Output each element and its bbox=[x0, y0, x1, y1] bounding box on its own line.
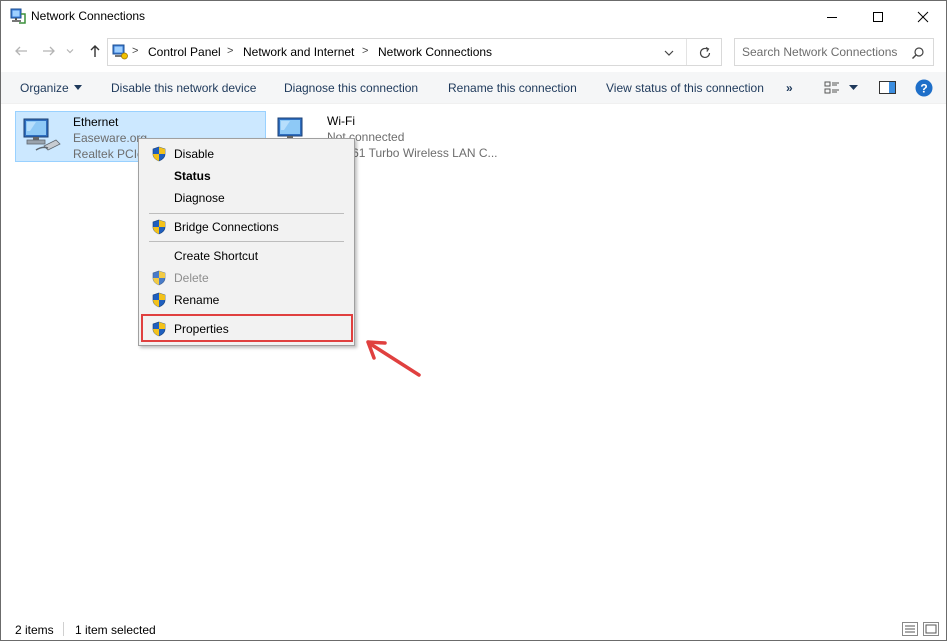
minimize-icon bbox=[827, 16, 837, 18]
menu-item-status[interactable]: Status bbox=[141, 165, 352, 187]
navigation-bar: > Control Panel > Network and Internet >… bbox=[1, 32, 946, 71]
disable-device-button[interactable]: Disable this network device bbox=[111, 81, 256, 95]
uac-shield-icon bbox=[152, 146, 166, 162]
forward-button[interactable] bbox=[41, 43, 57, 59]
organize-menu[interactable]: Organize bbox=[20, 81, 82, 95]
view-options-chevron-icon[interactable] bbox=[849, 85, 858, 91]
diagnose-connection-button[interactable]: Diagnose this connection bbox=[284, 81, 418, 95]
maximize-button[interactable] bbox=[855, 1, 901, 32]
breadcrumb-control-panel[interactable]: Control Panel bbox=[148, 45, 221, 59]
window-title: Network Connections bbox=[31, 9, 146, 23]
change-view-icon[interactable] bbox=[824, 80, 840, 96]
breadcrumb-separator[interactable]: > bbox=[362, 45, 368, 57]
search-input[interactable]: Search Network Connections bbox=[734, 38, 934, 66]
breadcrumb-network-connections[interactable]: Network Connections bbox=[378, 45, 492, 59]
menu-item-create-shortcut[interactable]: Create Shortcut bbox=[141, 245, 352, 267]
forward-arrow-icon bbox=[43, 46, 55, 56]
view-status-button[interactable]: View status of this connection bbox=[606, 81, 764, 95]
uac-shield-icon bbox=[152, 270, 166, 286]
selection-count: 1 item selected bbox=[75, 623, 156, 637]
preview-pane-icon[interactable] bbox=[879, 80, 896, 95]
status-divider bbox=[63, 622, 64, 636]
menu-label: Diagnose bbox=[174, 191, 225, 205]
status-bar: 2 items 1 item selected bbox=[1, 618, 946, 640]
properties-highlight-box bbox=[141, 314, 353, 342]
close-button[interactable] bbox=[900, 1, 946, 32]
search-placeholder: Search Network Connections bbox=[742, 45, 898, 59]
up-button[interactable] bbox=[87, 43, 103, 59]
uac-shield-icon bbox=[152, 219, 166, 235]
recent-locations-button[interactable] bbox=[65, 43, 75, 59]
refresh-icon[interactable] bbox=[697, 45, 713, 61]
connection-adapter: Realtek PCIe bbox=[73, 147, 144, 161]
address-bar[interactable]: > Control Panel > Network and Internet >… bbox=[107, 38, 722, 66]
command-toolbar: Organize Disable this network device Dia… bbox=[1, 72, 946, 104]
menu-label: Rename bbox=[174, 293, 220, 307]
up-arrow-icon bbox=[90, 45, 100, 57]
menu-item-bridge-connections[interactable]: Bridge Connections bbox=[141, 216, 352, 238]
large-icons-view-icon[interactable] bbox=[923, 622, 939, 636]
rename-connection-button[interactable]: Rename this connection bbox=[448, 81, 577, 95]
breadcrumb-network-and-internet[interactable]: Network and Internet bbox=[243, 45, 354, 59]
connection-name: Ethernet bbox=[73, 115, 119, 129]
search-icon bbox=[912, 47, 924, 59]
chevron-down-icon bbox=[66, 49, 74, 54]
ethernet-adapter-icon bbox=[23, 118, 61, 151]
network-connections-window: Network Connections > Control Panel > Ne… bbox=[0, 0, 947, 641]
address-divider bbox=[686, 39, 687, 65]
menu-label: Create Shortcut bbox=[174, 249, 259, 263]
control-panel-icon bbox=[112, 44, 128, 60]
annotation-arrow-icon bbox=[366, 340, 421, 377]
maximize-icon bbox=[873, 11, 883, 22]
item-count: 2 items bbox=[15, 623, 54, 637]
menu-separator bbox=[149, 213, 344, 214]
chevron-down-icon bbox=[73, 85, 82, 90]
menu-item-disable[interactable]: Disable bbox=[141, 143, 352, 165]
organize-label: Organize bbox=[20, 81, 69, 95]
menu-label: Disable bbox=[174, 147, 215, 161]
connection-name: Wi-Fi bbox=[327, 114, 355, 128]
more-commands-button[interactable]: » bbox=[786, 81, 793, 95]
menu-label: Bridge Connections bbox=[174, 220, 279, 234]
breadcrumb-separator[interactable]: > bbox=[227, 45, 233, 57]
svg-text:?: ? bbox=[920, 82, 927, 96]
close-icon bbox=[917, 11, 929, 22]
menu-item-delete: Delete bbox=[141, 267, 352, 289]
menu-item-rename[interactable]: Rename bbox=[141, 289, 352, 311]
breadcrumb-separator: > bbox=[132, 45, 139, 57]
title-bar: Network Connections bbox=[1, 1, 946, 32]
connection-network: Easeware.org bbox=[73, 131, 148, 145]
help-icon[interactable]: ? bbox=[915, 79, 933, 97]
address-dropdown-icon[interactable] bbox=[663, 47, 675, 59]
menu-item-diagnose[interactable]: Diagnose bbox=[141, 187, 352, 209]
uac-shield-icon bbox=[152, 292, 166, 308]
network-connections-icon bbox=[10, 8, 26, 24]
menu-label: Delete bbox=[174, 271, 209, 285]
back-button[interactable] bbox=[13, 43, 29, 59]
details-view-icon[interactable] bbox=[902, 622, 918, 636]
back-arrow-icon bbox=[15, 46, 27, 56]
menu-label: Status bbox=[174, 169, 211, 183]
menu-separator bbox=[149, 241, 344, 242]
minimize-button[interactable] bbox=[809, 1, 855, 32]
